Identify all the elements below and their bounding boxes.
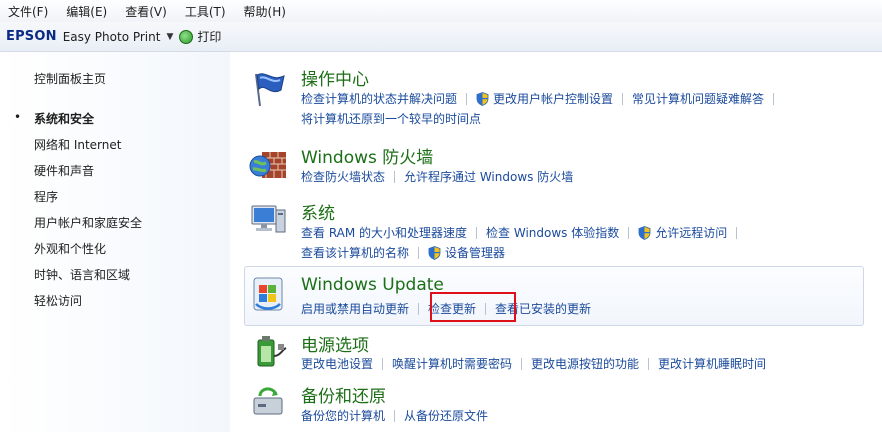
link-separator <box>394 409 396 422</box>
sidebar-home-link[interactable]: 控制面板主页 <box>34 70 106 87</box>
link-view-ram[interactable]: 查看 RAM 的大小和处理器速度 <box>301 224 467 241</box>
category-windows-update: Windows Update 启用或禁用自动更新 检查更新 查看已安装的更新 <box>244 272 864 322</box>
active-bullet-icon: • <box>14 110 22 124</box>
link-device-manager[interactable]: 设备管理器 <box>445 244 505 261</box>
link-separator <box>622 92 624 105</box>
category-links: 备份您的计算机 从备份还原文件 <box>301 407 488 424</box>
link-separator <box>418 302 420 315</box>
link-auto-update[interactable]: 启用或禁用自动更新 <box>301 300 409 317</box>
category-windows-firewall: Windows 防火墙 检查防火墙状态 允许程序通过 Windows 防火墙 <box>244 140 864 190</box>
epson-brand[interactable]: EPSON <box>6 29 57 44</box>
action-center-flag-icon[interactable] <box>248 68 288 108</box>
link-separator <box>736 226 738 239</box>
menu-tools[interactable]: 工具(T) <box>183 1 228 22</box>
link-separator <box>466 92 468 105</box>
link-troubleshoot[interactable]: 常见计算机问题疑难解答 <box>632 90 764 107</box>
windows-update-icon[interactable] <box>248 274 288 314</box>
sidebar-item-hardware[interactable]: 硬件和声音 <box>34 162 94 179</box>
menu-bar: 文件(F) 编辑(E) 查看(V) 工具(T) 帮助(H) <box>0 0 882 22</box>
category-title[interactable]: 电源选项 <box>301 331 369 356</box>
category-title[interactable]: Windows Update <box>301 275 444 295</box>
link-separator <box>773 92 775 105</box>
link-sleep-time[interactable]: 更改计算机睡眠时间 <box>658 355 766 372</box>
category-title[interactable]: 操作中心 <box>301 65 369 90</box>
category-title[interactable]: 系统 <box>301 199 335 224</box>
system-computer-icon[interactable] <box>248 200 288 240</box>
category-links: 将计算机还原到一个较早的时间点 <box>301 110 481 127</box>
link-separator <box>521 357 523 370</box>
link-battery-settings[interactable]: 更改电池设置 <box>301 355 373 372</box>
print-button[interactable]: 打印 <box>197 28 221 45</box>
category-links: 查看该计算机的名称 设备管理器 <box>301 244 505 261</box>
menu-help[interactable]: 帮助(H) <box>242 1 288 22</box>
category-title[interactable]: Windows 防火墙 <box>301 143 433 168</box>
link-separator <box>382 357 384 370</box>
link-restore[interactable]: 将计算机还原到一个较早的时间点 <box>301 110 481 127</box>
uac-shield-icon <box>428 245 441 260</box>
link-check-firewall[interactable]: 检查防火墙状态 <box>301 168 385 185</box>
chevron-down-icon[interactable]: ▼ <box>166 32 173 42</box>
print-icon[interactable] <box>179 29 194 44</box>
link-separator <box>476 226 478 239</box>
sidebar-item-system-security[interactable]: 系统和安全 <box>34 110 94 127</box>
category-links: 检查防火墙状态 允许程序通过 Windows 防火墙 <box>301 168 573 185</box>
link-computer-name[interactable]: 查看该计算机的名称 <box>301 244 409 261</box>
menu-edit[interactable]: 编辑(E) <box>64 1 109 22</box>
sidebar-item-programs[interactable]: 程序 <box>34 188 58 205</box>
sidebar-item-user-accounts[interactable]: 用户帐户和家庭安全 <box>34 214 142 231</box>
category-links: 检查计算机的状态并解决问题 更改用户帐户控制设置 常见计算机问题疑难解答 <box>301 90 783 107</box>
firewall-icon[interactable] <box>248 144 288 184</box>
link-wake-password[interactable]: 唤醒计算机时需要密码 <box>392 355 512 372</box>
check-updates-highlight-box <box>430 292 516 322</box>
menu-file[interactable]: 文件(F) <box>6 1 50 22</box>
category-action-center: 操作中心 检查计算机的状态并解决问题 更改用户帐户控制设置 常见计算机问题疑难解… <box>244 62 864 132</box>
link-separator <box>628 226 630 239</box>
link-check-status[interactable]: 检查计算机的状态并解决问题 <box>301 90 457 107</box>
link-uac-settings[interactable]: 更改用户帐户控制设置 <box>493 90 613 107</box>
sidebar-item-appearance[interactable]: 外观和个性化 <box>34 240 106 257</box>
link-separator <box>418 246 420 259</box>
power-options-icon[interactable] <box>248 332 288 372</box>
link-separator <box>394 170 396 183</box>
link-remote-access[interactable]: 允许远程访问 <box>655 224 727 241</box>
link-experience-index[interactable]: 检查 Windows 体验指数 <box>486 224 619 241</box>
sidebar-item-clock-language[interactable]: 时钟、语言和区域 <box>34 266 130 283</box>
category-title[interactable]: 备份和还原 <box>301 382 386 407</box>
category-system: 系统 查看 RAM 的大小和处理器速度 检查 Windows 体验指数 允许远程… <box>244 196 864 266</box>
category-backup-restore: 备份和还原 备份您的计算机 从备份还原文件 <box>244 382 864 430</box>
menu-view[interactable]: 查看(V) <box>123 1 169 22</box>
category-links: 查看 RAM 的大小和处理器速度 检查 Windows 体验指数 允许远程访问 <box>301 224 746 241</box>
easy-photo-print-button[interactable]: Easy Photo Print <box>63 30 161 44</box>
link-restore-files[interactable]: 从备份还原文件 <box>404 407 488 424</box>
uac-shield-icon <box>476 91 489 106</box>
link-power-button[interactable]: 更改电源按钮的功能 <box>531 355 639 372</box>
link-separator <box>648 357 650 370</box>
sidebar: 控制面板主页 • 系统和安全 网络和 Internet 硬件和声音 程序 用户帐… <box>0 52 230 432</box>
uac-shield-icon <box>638 225 651 240</box>
category-links: 更改电池设置 唤醒计算机时需要密码 更改电源按钮的功能 更改计算机睡眠时间 <box>301 355 766 372</box>
backup-restore-icon[interactable] <box>248 382 288 422</box>
link-allow-program[interactable]: 允许程序通过 Windows 防火墙 <box>404 168 573 185</box>
toolbar: EPSON Easy Photo Print ▼ 打印 <box>0 22 882 52</box>
sidebar-item-network[interactable]: 网络和 Internet <box>34 136 121 153</box>
link-backup-computer[interactable]: 备份您的计算机 <box>301 407 385 424</box>
sidebar-item-ease-of-access[interactable]: 轻松访问 <box>34 292 82 309</box>
category-power-options: 电源选项 更改电池设置 唤醒计算机时需要密码 更改电源按钮的功能 更改计算机睡眠… <box>244 330 864 378</box>
